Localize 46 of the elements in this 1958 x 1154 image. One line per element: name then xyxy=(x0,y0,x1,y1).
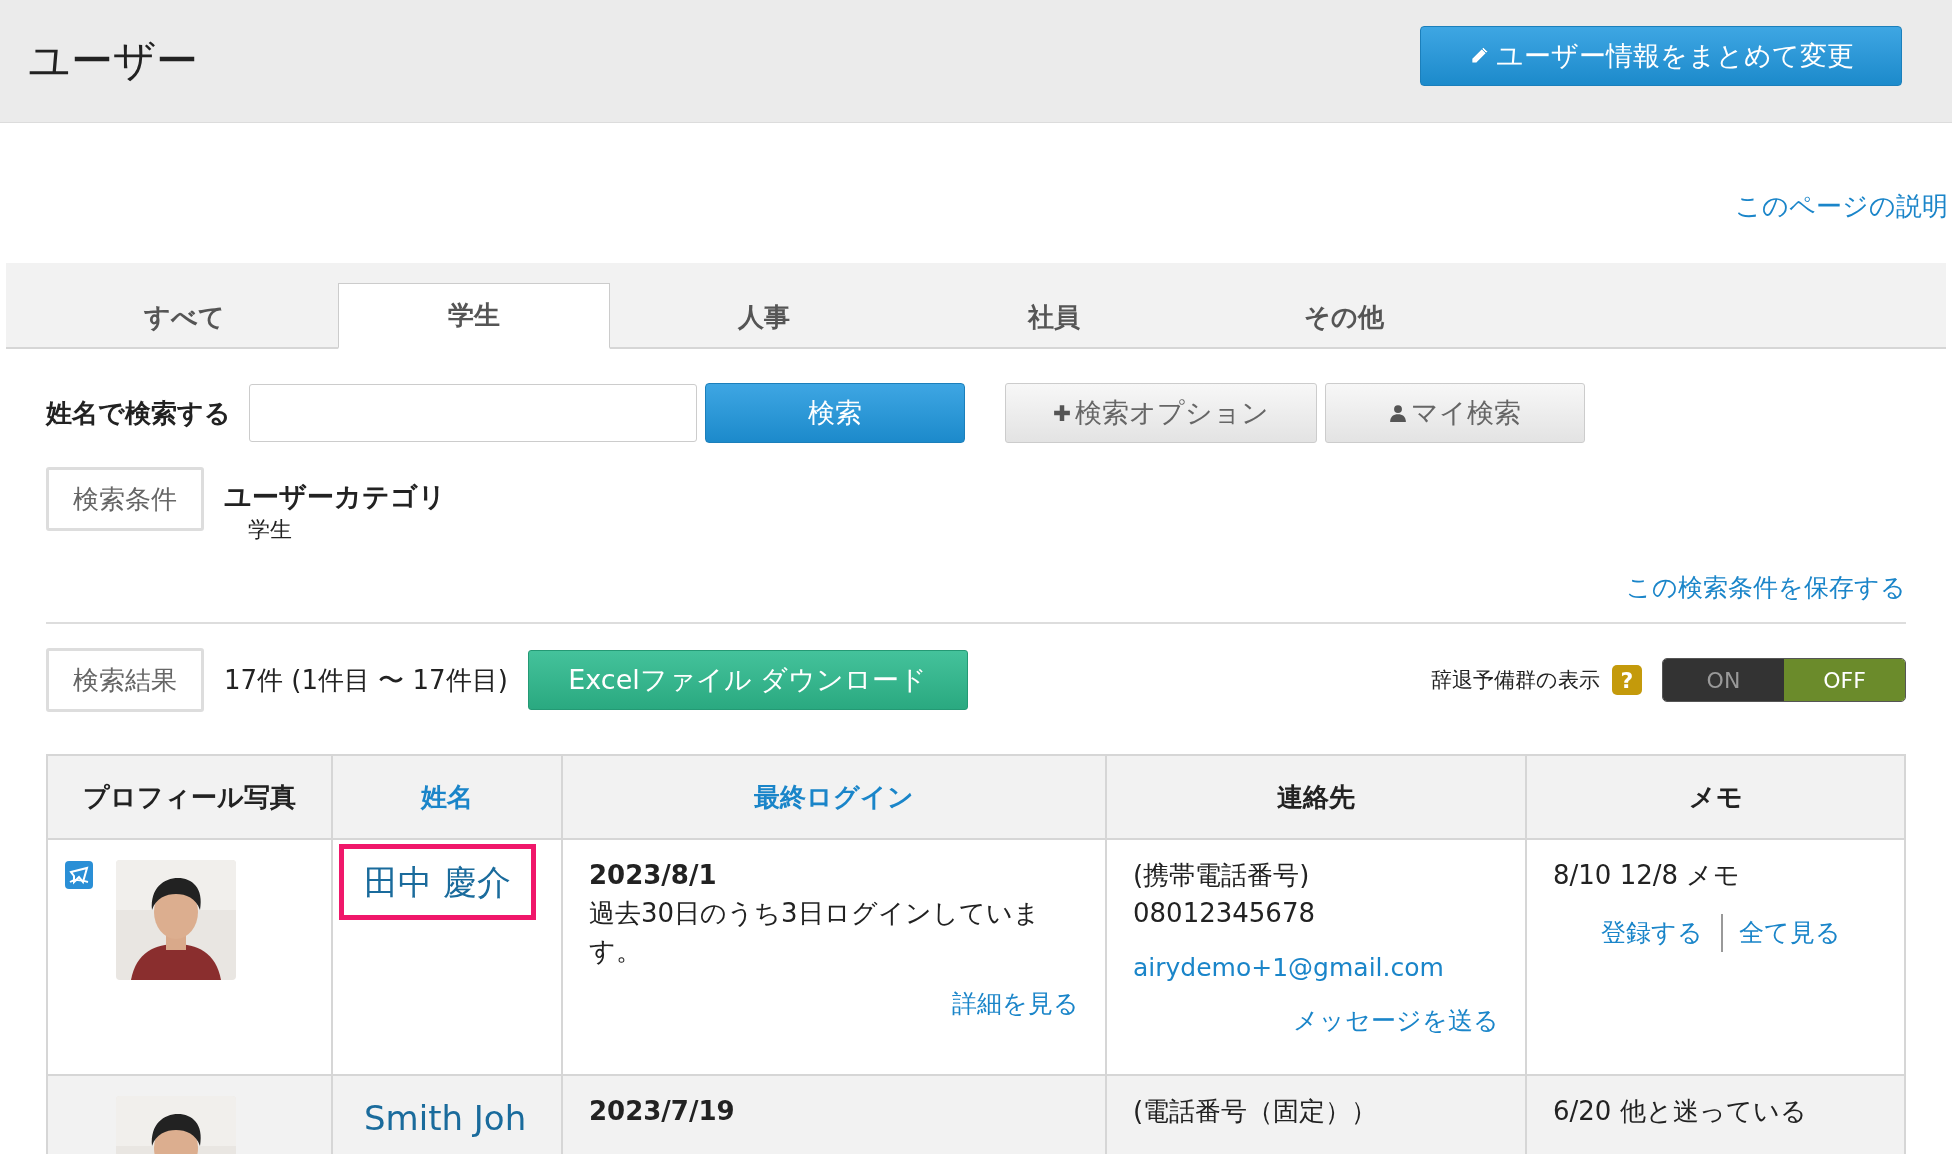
column-header[interactable]: 最終ログイン xyxy=(562,755,1106,839)
details-link[interactable]: 詳細を見る xyxy=(952,989,1079,1018)
tab[interactable]: 人事 xyxy=(628,285,900,349)
email-link[interactable]: airydemo+1@gmail.com xyxy=(1133,953,1444,982)
memo-text: 6/20 他と迷っている xyxy=(1553,1095,1808,1128)
toggle-option[interactable]: OFF xyxy=(1784,659,1905,701)
bulk-edit-button[interactable]: ユーザー情報をまとめて変更 xyxy=(1420,26,1902,86)
phone-type: (電話番号（固定）） xyxy=(1133,1095,1379,1128)
memo-link[interactable]: 登録する xyxy=(1601,914,1703,952)
memo-link[interactable]: 全て見る xyxy=(1721,914,1841,952)
column-header: 連絡先 xyxy=(1106,755,1526,839)
my-search-button[interactable]: マイ検索 xyxy=(1325,383,1585,443)
search-options-button[interactable]: 検索オプション xyxy=(1005,383,1317,443)
send-message-link[interactable]: メッセージを送る xyxy=(1293,1006,1499,1035)
search-button[interactable]: 検索 xyxy=(705,383,965,443)
login-date: 2023/8/1 xyxy=(589,859,718,892)
results-label: 検索結果 xyxy=(46,648,204,712)
excel-download-button[interactable]: Excelファイル ダウンロード xyxy=(527,650,968,710)
flag-icon xyxy=(64,860,94,890)
condition-label: 検索条件 xyxy=(46,467,204,531)
tab[interactable]: 学生 xyxy=(338,283,610,349)
plus-icon xyxy=(1053,404,1071,422)
toggle-option[interactable]: ON xyxy=(1663,659,1784,701)
tab[interactable]: その他 xyxy=(1208,285,1480,349)
memo-text: 8/10 12/8 メモ xyxy=(1553,859,1742,892)
tab[interactable]: 社員 xyxy=(918,285,1190,349)
search-field[interactable] xyxy=(249,384,697,442)
tab[interactable]: すべて xyxy=(48,285,320,349)
column-header: プロフィール写真 xyxy=(47,755,332,839)
phone-number: 08012345678 xyxy=(1133,897,1316,930)
column-header: メモ xyxy=(1526,755,1905,839)
login-date: 2023/7/19 xyxy=(589,1095,736,1128)
result-count: 17件 (1件目 〜 17件目) xyxy=(224,663,508,697)
help-link[interactable]: このページの説明 xyxy=(1735,189,1948,263)
user-name-link[interactable]: 田中 慶介 xyxy=(339,844,536,920)
category-title: ユーザーカテゴリ xyxy=(224,480,446,514)
category-value: 学生 xyxy=(248,516,293,544)
save-condition-link[interactable]: この検索条件を保存する xyxy=(1626,571,1906,604)
login-note: 過去30日のうち3日ログインしています。 xyxy=(589,897,1041,968)
help-icon[interactable]: ? xyxy=(1612,665,1642,695)
phone-type: (携帯電話番号) xyxy=(1133,859,1311,892)
search-label: 姓名で検索する xyxy=(46,396,231,430)
column-header[interactable]: 姓名 xyxy=(332,755,562,839)
toggle-label: 辞退予備群の表示 xyxy=(1431,667,1600,694)
page-title: ユーザー xyxy=(28,35,198,87)
person-icon xyxy=(1389,404,1407,422)
